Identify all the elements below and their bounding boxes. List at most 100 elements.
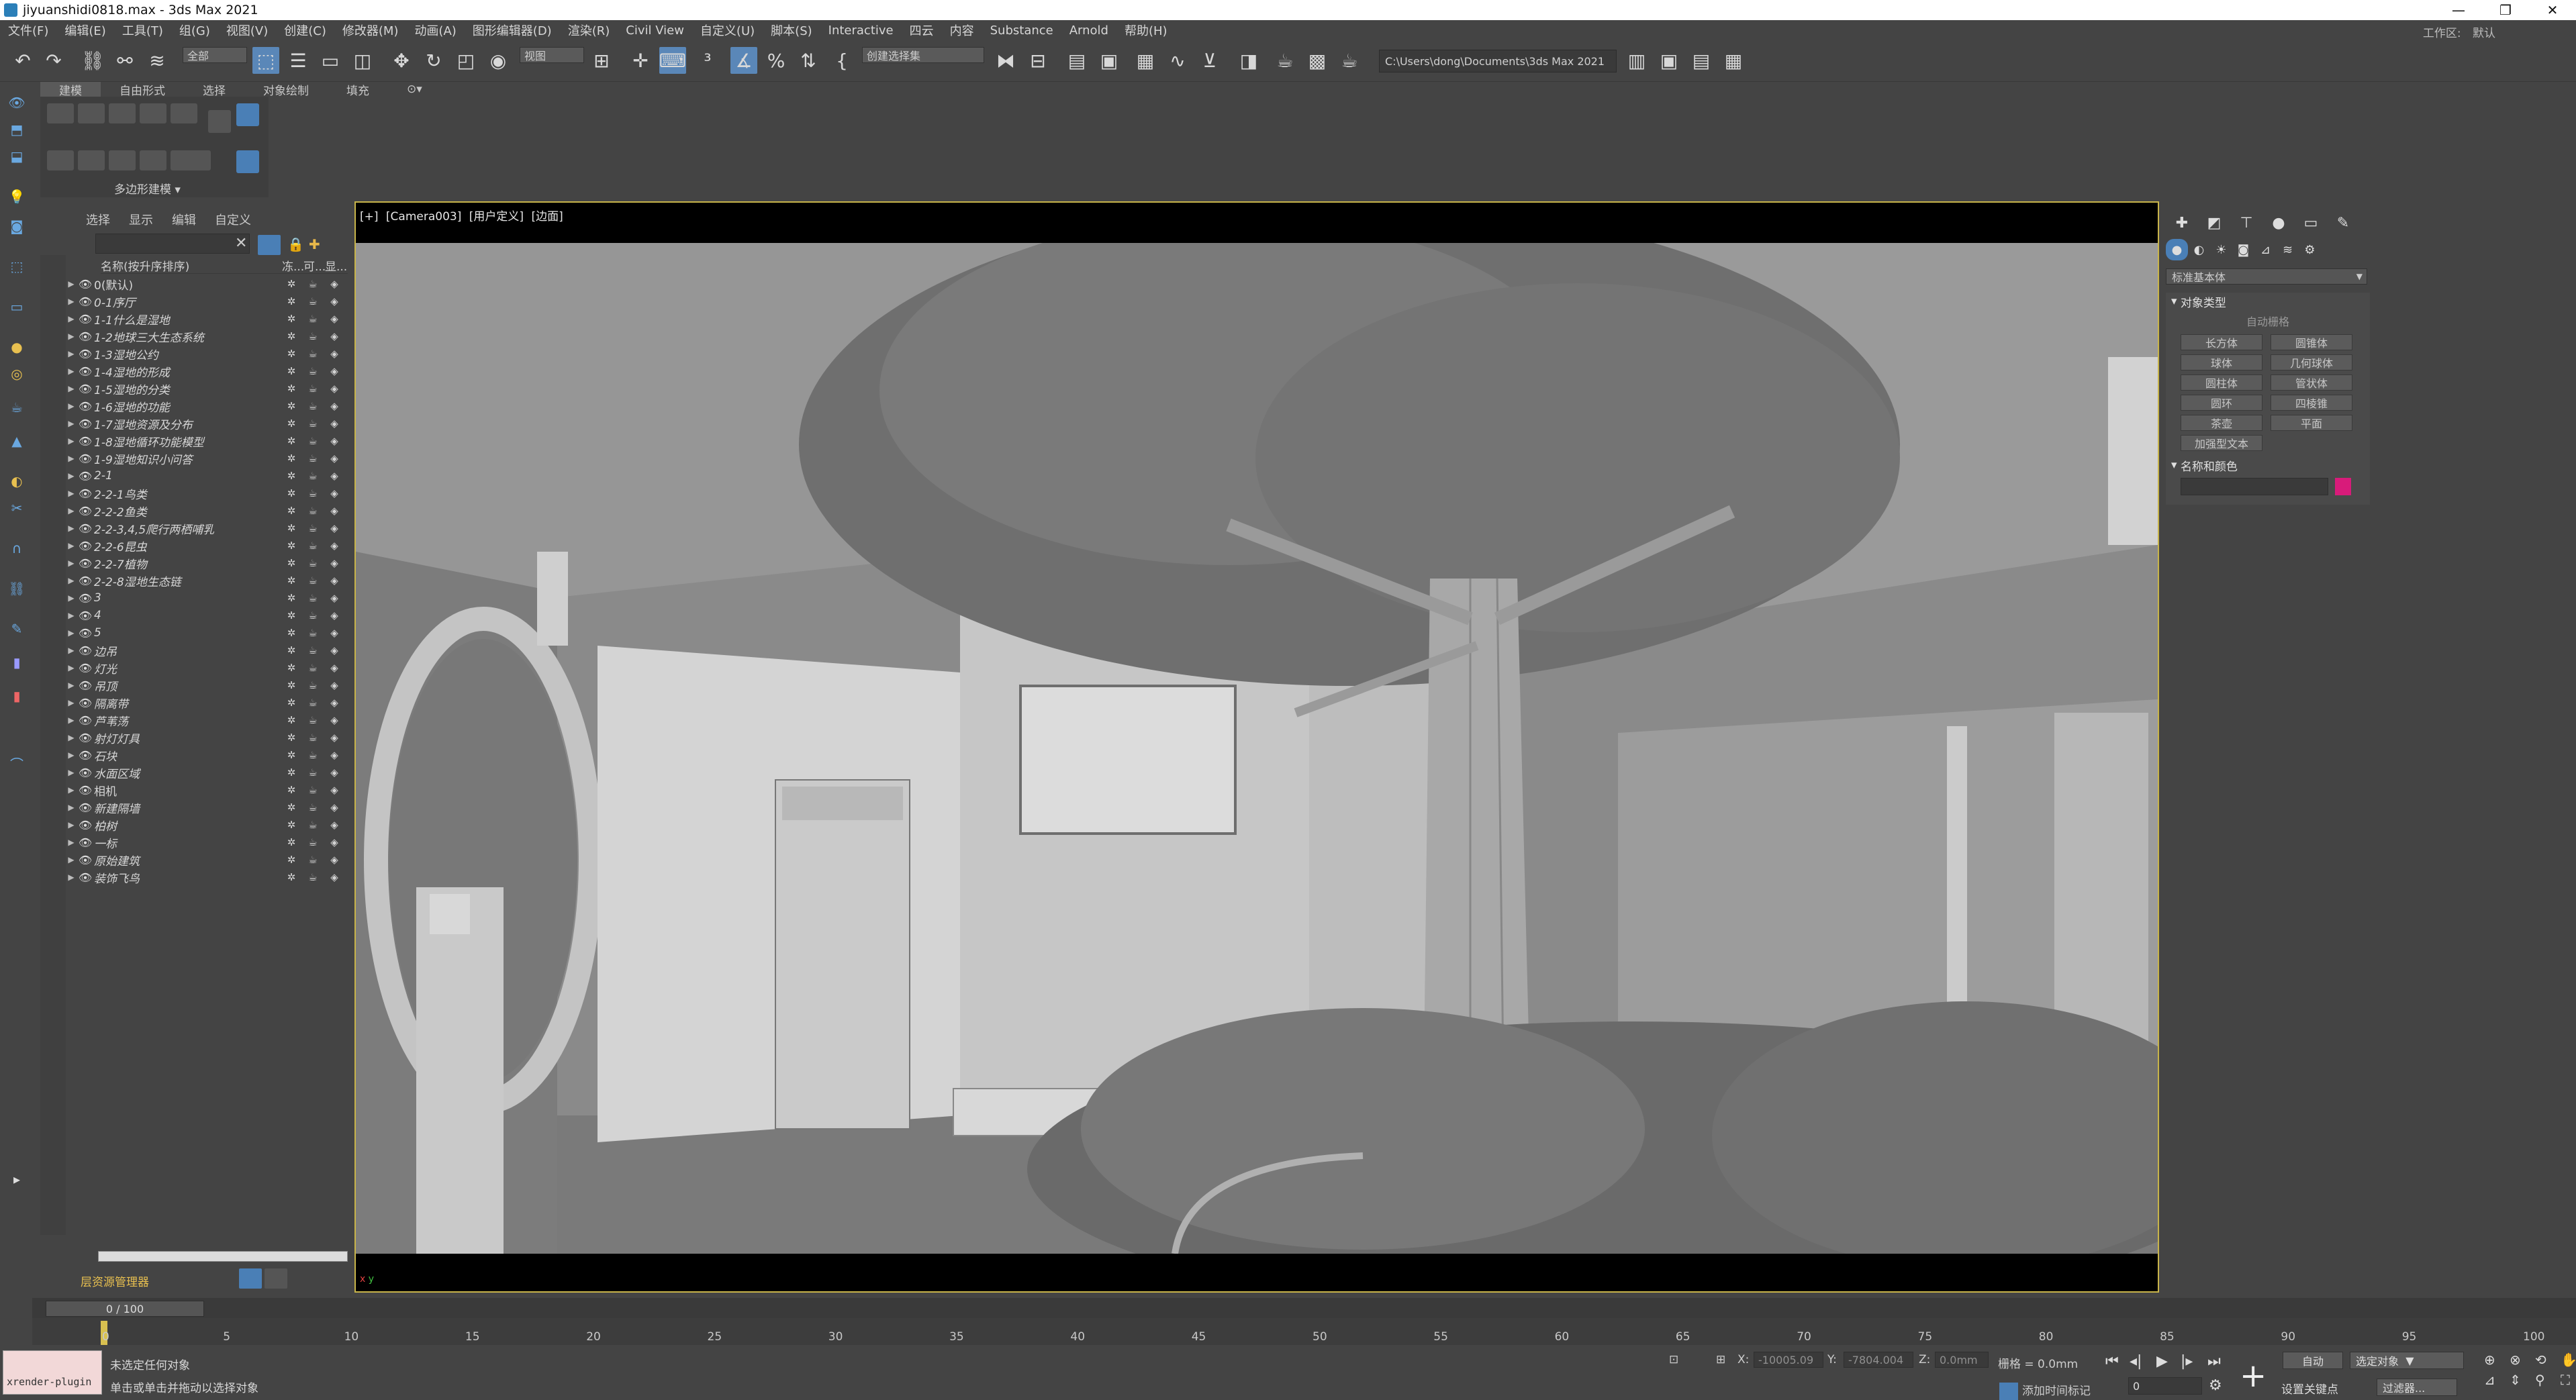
open-folder-icon[interactable]: ▣: [1656, 47, 1682, 74]
freeze-icon[interactable]: ✲: [281, 557, 302, 569]
renderable-icon[interactable]: ☕: [302, 836, 324, 848]
go-to-start-icon[interactable]: ⏮: [2105, 1353, 2119, 1370]
z-coordinate-field[interactable]: 0.0mm: [1935, 1352, 1989, 1368]
layer-name[interactable]: 石块: [94, 747, 228, 764]
layer-row[interactable]: ▶ 👁 2-1 ✲ ☕ ◈: [66, 467, 348, 485]
ribbon-options-icon[interactable]: ⊙▾: [388, 82, 441, 97]
minimize-button[interactable]: —: [2435, 0, 2482, 20]
expand-arrow-icon[interactable]: ▶: [66, 349, 77, 358]
menu-item[interactable]: 帮助(H): [1116, 21, 1176, 39]
ribbon-tool-button[interactable]: [109, 103, 136, 123]
renderable-icon[interactable]: ☕: [302, 522, 324, 534]
visibility-eye-icon[interactable]: 👁: [77, 644, 94, 657]
freeze-icon[interactable]: ✲: [281, 627, 302, 639]
keyboard-shortcut-icon[interactable]: ⌨: [659, 47, 686, 74]
select-by-name-icon[interactable]: ☰: [285, 47, 312, 74]
select-object-icon[interactable]: ⬚: [252, 47, 279, 74]
scene-explorer-icon[interactable]: ▦: [1132, 47, 1159, 74]
renderable-icon[interactable]: ☕: [302, 435, 324, 447]
menu-item[interactable]: 动画(A): [406, 21, 464, 39]
display-icon[interactable]: ◈: [324, 662, 345, 674]
primitive-category-dropdown[interactable]: 标准基本体 ▼: [2166, 268, 2367, 285]
freeze-icon[interactable]: ✲: [281, 417, 302, 430]
freeze-icon[interactable]: ✲: [281, 452, 302, 464]
ribbon-tool-button[interactable]: [171, 150, 211, 170]
create-tab-icon[interactable]: ✚: [2166, 211, 2198, 235]
layer-name[interactable]: 1-8湿地循环功能模型: [94, 433, 228, 450]
freeze-icon[interactable]: ✲: [281, 679, 302, 691]
object-color-swatch[interactable]: [2335, 478, 2351, 495]
ribbon-tool-button[interactable]: [236, 103, 259, 126]
expand-arrow-icon[interactable]: ▶: [66, 698, 77, 707]
display-icon[interactable]: ◈: [324, 784, 345, 796]
primitive-button[interactable]: 茶壶: [2181, 415, 2262, 431]
visibility-eye-icon[interactable]: 👁: [77, 557, 94, 570]
display-icon[interactable]: ◈: [324, 505, 345, 517]
primitive-button[interactable]: 四棱锥: [2271, 395, 2352, 411]
ribbon-tool-button[interactable]: [78, 150, 105, 170]
visibility-eye-icon[interactable]: 👁: [77, 295, 94, 308]
freeze-icon[interactable]: ✲: [281, 644, 302, 656]
visibility-eye-icon[interactable]: 👁: [77, 348, 94, 360]
expand-arrow-icon[interactable]: ▶: [66, 401, 77, 411]
selection-filter-dropdown[interactable]: 全部: [183, 47, 247, 63]
visibility-eye-icon[interactable]: 👁: [77, 540, 94, 552]
zoom-all-icon[interactable]: ⊗: [2510, 1352, 2531, 1368]
layer-row[interactable]: ▶ 👁 1-3湿地公约 ✲ ☕ ◈: [66, 345, 348, 362]
display-icon[interactable]: ◈: [324, 854, 345, 866]
workspace-selector[interactable]: 工作区: 默认: [2415, 23, 2495, 40]
display-icon[interactable]: ◈: [324, 609, 345, 621]
freeze-icon[interactable]: ✲: [281, 819, 302, 831]
magnet-icon[interactable]: ∩: [7, 538, 27, 558]
rotate-icon[interactable]: ↻: [420, 47, 447, 74]
dolly-icon[interactable]: ⇕: [2510, 1372, 2531, 1388]
maximize-button[interactable]: ❐: [2482, 0, 2529, 20]
renderable-icon[interactable]: ☕: [302, 417, 324, 430]
window-crossing-icon[interactable]: ◫: [349, 47, 376, 74]
ribbon-tab-populate[interactable]: 填充: [328, 82, 388, 98]
primitive-button[interactable]: 加强型文本: [2181, 435, 2262, 451]
layer-name[interactable]: 1-4湿地的形成: [94, 363, 228, 380]
modify-tab-icon[interactable]: ◩: [2198, 211, 2230, 235]
layer-row[interactable]: ▶ 👁 芦苇荡 ✲ ☕ ◈: [66, 711, 348, 729]
current-frame-field[interactable]: 0: [2128, 1377, 2202, 1395]
menu-item[interactable]: Interactive: [820, 23, 902, 38]
time-slider-thumb[interactable]: 0 / 100: [46, 1301, 204, 1317]
set-key-button[interactable]: 设置关键点: [2281, 1380, 2338, 1397]
select-manipulate-icon[interactable]: ✛: [627, 47, 654, 74]
curve-icon[interactable]: ⌒: [7, 753, 27, 773]
time-config-icon[interactable]: ⚙: [2209, 1377, 2222, 1394]
hierarchy-tab-icon[interactable]: ⊤: [2230, 211, 2262, 235]
visibility-eye-icon[interactable]: 👁: [77, 330, 94, 343]
visibility-eye-icon[interactable]: 👁: [77, 365, 94, 378]
expand-arrow-icon[interactable]: ▶: [66, 471, 77, 481]
pivot-center-icon[interactable]: ⊞: [588, 47, 615, 74]
primitive-button[interactable]: 圆锥体: [2271, 334, 2352, 350]
visibility-eye-icon[interactable]: 👁: [77, 714, 94, 727]
go-to-end-icon[interactable]: ⏭: [2207, 1353, 2221, 1370]
teapot-icon[interactable]: ☕: [7, 397, 27, 417]
visibility-eye-icon[interactable]: 👁: [77, 836, 94, 849]
expand-arrow-icon[interactable]: ▶: [66, 646, 77, 655]
rect-region-icon[interactable]: ▭: [317, 47, 344, 74]
layer-name[interactable]: 装饰飞鸟: [94, 869, 228, 886]
lock-selection-icon[interactable]: ⊡: [1669, 1353, 1678, 1366]
filter-icon[interactable]: [258, 235, 281, 255]
layer-row[interactable]: ▶ 👁 2-2-8湿地生态链 ✲ ☕ ◈: [66, 572, 348, 589]
create-panel-icon[interactable]: ⬒: [7, 119, 27, 140]
layer-row[interactable]: ▶ 👁 边吊 ✲ ☕ ◈: [66, 642, 348, 659]
color-bar-icon[interactable]: ▮: [7, 686, 27, 706]
explorer-menu-select[interactable]: 选择: [86, 211, 110, 228]
layer-row[interactable]: ▶ 👁 新建隔墙 ✲ ☕ ◈: [66, 799, 348, 816]
display-icon[interactable]: ◈: [324, 714, 345, 726]
visibility-eye-icon[interactable]: 👁: [77, 505, 94, 517]
renderable-icon[interactable]: ☕: [302, 505, 324, 517]
layer-name[interactable]: 2-2-8湿地生态链: [94, 572, 228, 589]
ribbon-tool-button[interactable]: [78, 103, 105, 123]
layer-name[interactable]: 1-1什么是湿地: [94, 311, 228, 328]
visibility-eye-icon[interactable]: 👁: [77, 452, 94, 465]
layer-name[interactable]: 射灯灯具: [94, 730, 228, 746]
renderable-icon[interactable]: ☕: [302, 749, 324, 761]
expand-arrow-icon[interactable]: ▶: [66, 628, 77, 638]
freeze-icon[interactable]: ✲: [281, 871, 302, 883]
